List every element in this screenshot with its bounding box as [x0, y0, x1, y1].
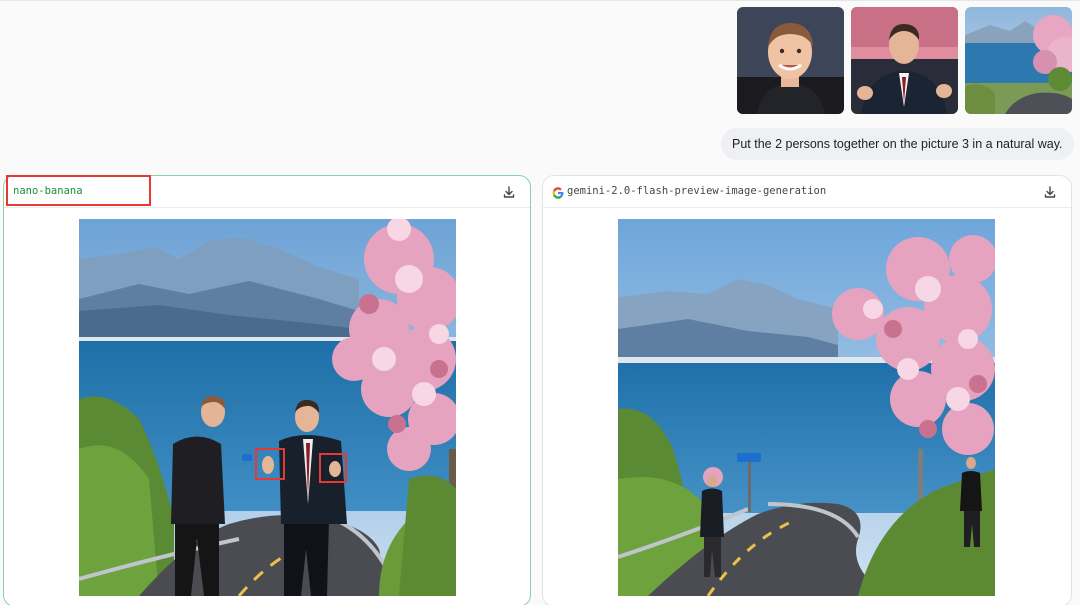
user-prompt-bubble: Put the 2 persons together on the pictur… — [721, 128, 1074, 160]
panel-header: gemini-2.0-flash-preview-image-generatio… — [543, 176, 1071, 208]
generated-image[interactable] — [79, 219, 456, 596]
result-panel-right: gemini-2.0-flash-preview-image-generatio… — [542, 175, 1072, 605]
attachment-image-3[interactable] — [965, 7, 1072, 114]
attachment-image-2[interactable] — [851, 7, 958, 114]
model-name-highlight — [6, 175, 151, 206]
top-divider — [0, 0, 1080, 1]
download-icon[interactable] — [1042, 184, 1058, 200]
attachment-image-1[interactable] — [737, 7, 844, 114]
attachment-thumbnails — [737, 7, 1072, 114]
model-name-label: gemini-2.0-flash-preview-image-generatio… — [567, 185, 827, 197]
result-panel-left: nano-banana — [3, 175, 531, 605]
generated-image[interactable] — [618, 219, 995, 596]
google-g-icon — [552, 186, 564, 199]
download-icon[interactable] — [501, 184, 517, 200]
